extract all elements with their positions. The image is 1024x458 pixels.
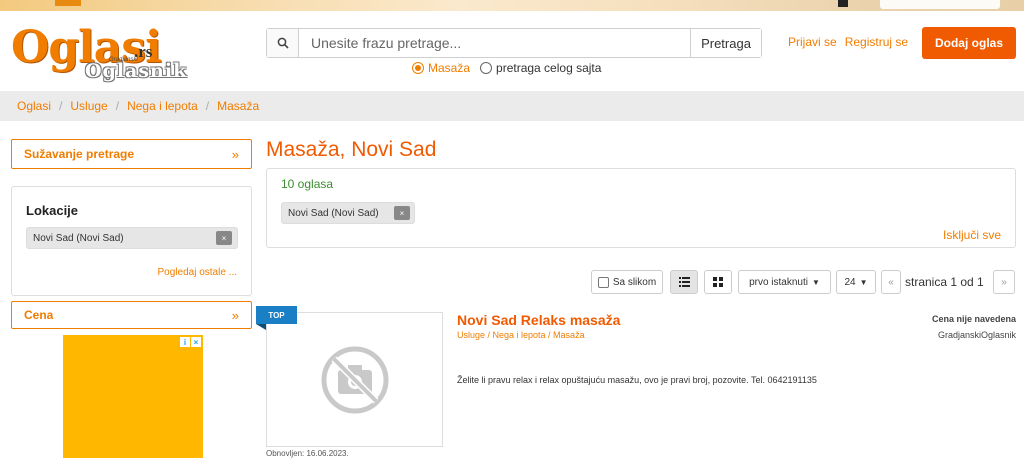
grid-view-icon <box>713 277 723 287</box>
caret-down-icon: ▼ <box>859 277 868 287</box>
narrow-search-label: Sužavanje pretrage <box>24 147 135 161</box>
list-view-button[interactable] <box>670 270 698 294</box>
page-info: stranica 1 od 1 <box>905 275 984 289</box>
price-filter-toggle[interactable]: Cena » <box>11 301 252 329</box>
checkbox-icon <box>597 276 609 288</box>
location-title: Lokacije <box>26 203 79 218</box>
breadcrumb-separator: / <box>115 99 120 113</box>
active-filter-chip: Novi Sad (Novi Sad) × <box>281 202 415 224</box>
page-title: Masaža, Novi Sad <box>266 138 437 161</box>
close-icon[interactable]: × <box>216 231 232 245</box>
no-photo-icon <box>321 346 388 413</box>
advertisement[interactable]: i × <box>63 335 203 458</box>
site-logo[interactable]: Oglasi .rs Gradjanski Oglasnik <box>11 26 186 83</box>
radio-empty-icon <box>480 62 493 74</box>
listing-price: Cena nije navedena <box>931 314 1016 324</box>
breadcrumb-separator: / <box>205 99 210 113</box>
next-page-button[interactable]: » <box>993 270 1015 294</box>
list-view-icon <box>678 277 690 287</box>
sort-select-value: prvo istaknuti <box>749 276 808 288</box>
scope-label: pretraga celog sajta <box>496 61 602 75</box>
narrow-search-toggle[interactable]: Sužavanje pretrage » <box>11 139 252 169</box>
chevron-right-icon: » <box>231 146 239 162</box>
sort-select[interactable]: prvo istaknuti ▼ <box>738 270 831 294</box>
scope-radio-site[interactable]: pretraga celog sajta <box>480 61 601 75</box>
price-filter-label: Cena <box>24 308 54 322</box>
result-count: 10 oglasa <box>281 177 334 191</box>
listing-seller: GradjanskiOglasnik <box>937 330 1016 340</box>
site-header: Oglasi .rs Gradjanski Oglasnik Pretraga … <box>0 11 1024 91</box>
radio-selected-icon <box>412 62 424 74</box>
per-page-select[interactable]: 24 ▼ <box>836 270 876 294</box>
banner-decoration <box>55 0 81 6</box>
auth-links: Prijavi se Registruj se <box>788 35 908 49</box>
show-more-locations-link[interactable]: Pogledaj ostale ... <box>158 267 238 278</box>
scope-label: Masaža <box>428 61 471 75</box>
caret-down-icon: ▼ <box>812 277 820 287</box>
search-bar: Pretraga <box>266 28 762 58</box>
breadcrumb-link[interactable]: Masaža <box>217 99 259 113</box>
search-icon[interactable] <box>267 29 299 57</box>
listing-title-link[interactable]: Novi Sad Relaks masaža <box>457 312 620 328</box>
search-input[interactable] <box>299 29 690 57</box>
banner-decoration <box>838 0 848 7</box>
prev-page-button[interactable]: « <box>881 270 901 294</box>
add-ad-button[interactable]: Dodaj oglas <box>922 27 1016 59</box>
breadcrumb-link[interactable]: Oglasi <box>17 99 51 113</box>
chevron-right-icon: » <box>231 307 239 323</box>
top-badge: TOP <box>256 306 297 330</box>
close-icon[interactable]: × <box>394 206 410 220</box>
listing-updated-date: Obnovljen: 16.06.2023. <box>266 449 349 458</box>
location-chip: Novi Sad (Novi Sad) × <box>26 227 238 249</box>
location-chip-label: Novi Sad (Novi Sad) <box>33 232 124 244</box>
scope-radio-category[interactable]: Masaža <box>412 61 470 75</box>
breadcrumb-separator: / <box>59 99 63 113</box>
banner-decoration <box>880 0 1000 9</box>
register-link[interactable]: Registruj se <box>845 35 908 49</box>
with-image-label: Sa slikom <box>612 276 657 288</box>
per-page-value: 24 <box>844 276 856 288</box>
location-filter: Lokacije Novi Sad (Novi Sad) × Pogledaj … <box>11 186 252 296</box>
breadcrumb-link[interactable]: Usluge <box>70 99 107 113</box>
breadcrumb: Oglasi / Usluge / Nega i lepota / Masaža <box>0 91 1024 121</box>
ad-info-icon[interactable]: i <box>180 337 190 347</box>
breadcrumb-link[interactable]: Nega i lepota <box>127 99 198 113</box>
ad-close-icon[interactable]: × <box>191 337 201 347</box>
ad-controls: i × <box>180 337 201 347</box>
listing-category-link[interactable]: Usluge / Nega i lepota / Masaža <box>457 330 585 340</box>
logo-subtitle: Oglasnik <box>85 60 188 82</box>
grid-view-button[interactable] <box>704 270 732 294</box>
search-button[interactable]: Pretraga <box>690 29 761 57</box>
active-filters-box: 10 oglasa Novi Sad (Novi Sad) × Isključi… <box>266 168 1016 248</box>
login-link[interactable]: Prijavi se <box>788 35 837 49</box>
active-filter-label: Novi Sad (Novi Sad) <box>288 207 379 219</box>
top-banner-strip <box>0 0 1024 11</box>
with-image-toggle[interactable]: Sa slikom <box>591 270 663 294</box>
exclude-all-link[interactable]: Isključi sve <box>943 228 1001 242</box>
listing-image[interactable] <box>266 312 443 447</box>
search-scope: Masaža pretraga celog sajta <box>412 61 601 75</box>
listing-description: Želite li pravu relax i relax opuštajuću… <box>457 375 817 385</box>
